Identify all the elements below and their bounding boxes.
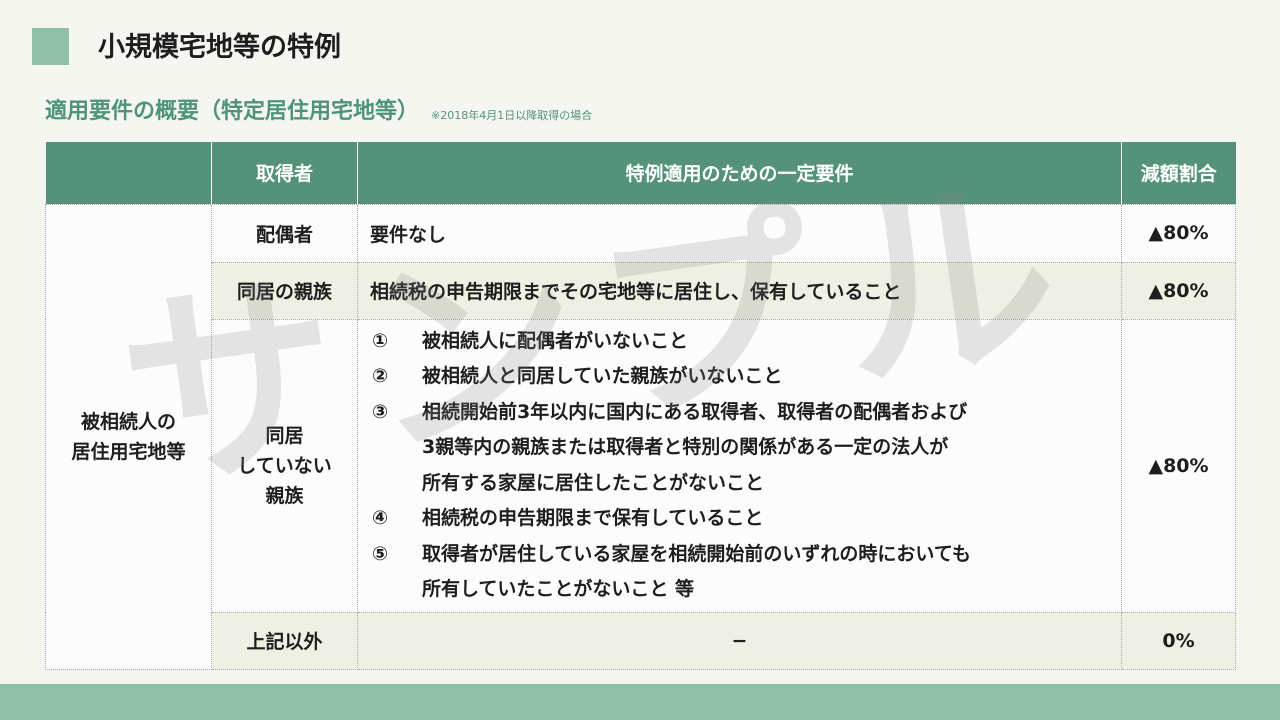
condition-line: 相続開始前3年以内に国内にある取得者、取得者の配偶者および	[422, 400, 968, 423]
condition-item: ⑤ 取得者が居住している家屋を相続開始前のいずれの時においても 所有していたこと…	[372, 537, 1121, 608]
subtitle: 適用要件の概要（特定居住用宅地等）	[45, 99, 420, 124]
condition-text: 相続税の申告期限まで保有していること	[422, 501, 763, 537]
condition-line: 所有する家屋に居住したことがないこと	[422, 471, 765, 494]
acquirer-cell: 同居 していない 親族	[211, 318, 358, 613]
table-row: 同居の親族 相続税の申告期限までその宅地等に居住し、保有していること ▲80%	[46, 261, 1236, 320]
reduction-cell: ▲80%	[1121, 203, 1236, 263]
condition-line: 所有していたことがないこと 等	[422, 578, 695, 600]
condition-line: 相続税の申告期限まで保有していること	[422, 507, 764, 529]
requirement-cell: 要件なし	[357, 203, 1122, 263]
acquirer-label-line: 同居	[265, 424, 304, 447]
page-title: 小規模宅地等の特例	[98, 32, 341, 63]
reduction-cell: ▲80%	[1121, 261, 1236, 320]
header-category	[45, 142, 212, 204]
acquirer-label-line: していない	[237, 454, 332, 477]
category-cell: 被相続人の 居住用宅地等	[45, 203, 212, 670]
category-label-line: 居住用宅地等	[71, 440, 186, 463]
subtitle-note: ※2018年4月1日以降取得の場合	[431, 109, 593, 122]
condition-number: ④	[372, 507, 389, 529]
reduction-cell: 0%	[1121, 611, 1236, 670]
condition-text: 被相続人と同居していた親族がいないこと	[422, 359, 782, 395]
table-row: 上記以外 − 0%	[46, 611, 1236, 670]
condition-line: 3親等内の親族または取得者と特別の関係がある一定の法人が	[422, 436, 949, 458]
condition-item: ② 被相続人と同居していた親族がいないこと	[372, 359, 1121, 395]
header-requirement: 特例適用のための一定要件	[357, 142, 1122, 204]
condition-number: ③	[372, 400, 389, 423]
condition-item: ③ 相続開始前3年以内に国内にある取得者、取得者の配偶者および 3親等内の親族ま…	[372, 395, 1121, 502]
condition-text: 被相続人に配偶者がいないこと	[422, 324, 688, 360]
condition-line: 被相続人と同居していた親族がいないこと	[422, 365, 783, 387]
footer-bar	[0, 684, 1280, 720]
header-acquirer: 取得者	[211, 142, 358, 204]
condition-number: ①	[372, 329, 389, 352]
requirement-cell: −	[357, 611, 1122, 670]
requirement-cell: 相続税の申告期限までその宅地等に居住し、保有していること	[357, 261, 1122, 320]
condition-line: 取得者が居住している家屋を相続開始前のいずれの時においても	[422, 542, 971, 565]
condition-text: 取得者が居住している家屋を相続開始前のいずれの時においても 所有していたことがな…	[422, 537, 971, 608]
table-row: 同居 していない 親族 ① 被相続人に配偶者がいないこと ② 被相続人と同居して…	[46, 318, 1236, 613]
acquirer-cell: 同居の親族	[211, 261, 358, 320]
conditions-list: ① 被相続人に配偶者がいないこと ② 被相続人と同居していた親族がいないこと ③	[358, 320, 1121, 612]
category-label-line: 被相続人の	[80, 410, 176, 433]
conditions-cell: ① 被相続人に配偶者がいないこと ② 被相続人と同居していた親族がいないこと ③	[357, 318, 1122, 613]
table-row: 被相続人の 居住用宅地等 配偶者 要件なし ▲80%	[45, 203, 1236, 670]
table-header-row: 取得者 特例適用のための一定要件 減額割合	[45, 142, 1236, 204]
acquirer-cell: 配偶者	[211, 203, 358, 263]
subtitle-row: 適用要件の概要（特定居住用宅地等） ※2018年4月1日以降取得の場合	[45, 94, 592, 128]
reduction-cell: ▲80%	[1121, 318, 1236, 613]
requirements-table: 取得者 特例適用のための一定要件 減額割合 被相続人の 居住用宅地等 配偶者 要…	[45, 142, 1236, 670]
condition-item: ① 被相続人に配偶者がいないこと	[372, 324, 1121, 360]
condition-line: 被相続人に配偶者がいないこと	[422, 329, 689, 352]
condition-number: ②	[372, 365, 389, 387]
acquirer-cell: 上記以外	[211, 611, 358, 670]
condition-number: ⑤	[372, 542, 389, 565]
condition-text: 相続開始前3年以内に国内にある取得者、取得者の配偶者および 3親等内の親族または…	[422, 395, 967, 502]
header-reduction: 減額割合	[1121, 142, 1236, 204]
acquirer-label-line: 親族	[265, 484, 304, 507]
title-accent-square	[32, 28, 69, 65]
condition-item: ④ 相続税の申告期限まで保有していること	[372, 501, 1121, 537]
